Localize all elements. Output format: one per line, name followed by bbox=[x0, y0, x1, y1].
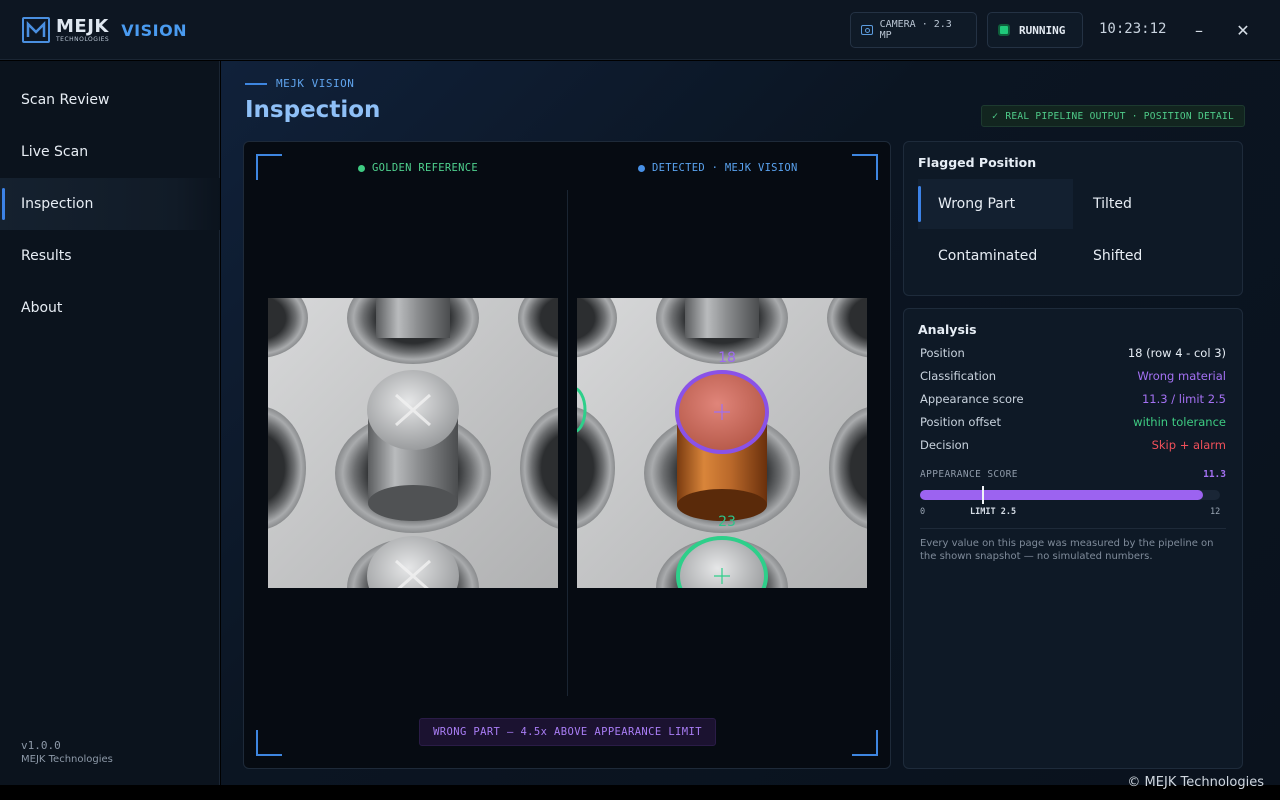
analysis-row-appearance-score: Appearance score 11.3 / limit 2.5 bbox=[920, 392, 1226, 406]
limit-marker bbox=[982, 486, 984, 504]
neighbor-position-label: 23 bbox=[718, 514, 736, 530]
row-value: 18 (row 4 - col 3) bbox=[1127, 346, 1226, 360]
section-eyebrow: MEJK VISION bbox=[245, 77, 354, 90]
frame-corner bbox=[852, 154, 878, 180]
golden-reference-text: GOLDEN REFERENCE bbox=[372, 162, 478, 174]
sidebar-item-label: Results bbox=[21, 248, 72, 264]
row-key: Position offset bbox=[920, 415, 1001, 429]
main-content: MEJK VISION Inspection ✓ REAL PIPELINE O… bbox=[221, 61, 1280, 785]
row-value: 11.3 / limit 2.5 bbox=[1141, 392, 1226, 406]
app-version: v1.0.0 bbox=[21, 739, 61, 752]
run-status[interactable]: RUNNING bbox=[987, 12, 1083, 48]
golden-dot-icon bbox=[358, 164, 365, 172]
sidebar: Scan Review Live Scan Inspection Results… bbox=[0, 61, 220, 785]
viewer-divider bbox=[567, 190, 568, 696]
defect-alert-banner: WRONG PART — 4.5x ABOVE APPEARANCE LIMIT bbox=[419, 718, 716, 746]
row-value: within tolerance bbox=[1133, 415, 1226, 429]
row-key: Classification bbox=[920, 369, 997, 383]
app-logo: MEJK TECHNOLOGIES VISION bbox=[22, 17, 187, 43]
analysis-note: Every value on this page was measured by… bbox=[920, 538, 1214, 562]
company-name: MEJK Technologies bbox=[21, 754, 113, 765]
sidebar-item-label: About bbox=[21, 300, 63, 316]
title-bar: MEJK TECHNOLOGIES VISION CAMERA · 2.3 MP… bbox=[0, 0, 1280, 60]
copyright: © MEJK Technologies bbox=[1127, 775, 1264, 790]
row-key: Appearance score bbox=[920, 392, 1024, 406]
brand-subtitle: TECHNOLOGIES bbox=[56, 35, 110, 43]
option-contaminated[interactable]: Contaminated bbox=[918, 231, 1073, 281]
frame-corner bbox=[256, 154, 282, 180]
check-icon: ✓ bbox=[992, 110, 999, 122]
camera-indicator[interactable]: CAMERA · 2.3 MP bbox=[850, 12, 977, 48]
minimize-button[interactable]: – bbox=[1187, 18, 1211, 42]
logo-mark-icon bbox=[22, 17, 50, 43]
flagged-position-title: Flagged Position bbox=[918, 155, 1037, 170]
option-tilted[interactable]: Tilted bbox=[1073, 179, 1228, 229]
option-label: Tilted bbox=[1093, 196, 1132, 212]
detected-image[interactable]: 18 23 bbox=[577, 298, 867, 588]
frame-corner bbox=[256, 730, 282, 756]
row-key: Position bbox=[920, 346, 965, 360]
camera-icon bbox=[861, 25, 873, 35]
scale-max-label: 12 bbox=[1210, 507, 1221, 517]
pipeline-status-label: REAL PIPELINE OUTPUT · POSITION DETAIL bbox=[1005, 110, 1235, 122]
appearance-score-label: APPEARANCE SCORE bbox=[920, 469, 1018, 480]
analysis-row-position-offset: Position offset within tolerance bbox=[920, 415, 1226, 429]
product-name: VISION bbox=[121, 20, 188, 40]
option-shifted[interactable]: Shifted bbox=[1073, 231, 1228, 281]
flag-position-label: 18 bbox=[718, 350, 736, 366]
pipeline-status-badge: ✓ REAL PIPELINE OUTPUT · POSITION DETAIL bbox=[981, 105, 1246, 127]
option-label: Shifted bbox=[1093, 248, 1143, 264]
option-wrong-part[interactable]: Wrong Part bbox=[918, 179, 1073, 229]
sidebar-item-label: Scan Review bbox=[21, 92, 110, 108]
analysis-panel: Analysis Position 18 (row 4 - col 3) Clas… bbox=[903, 308, 1243, 769]
detected-text: DETECTED · MEJK VISION bbox=[652, 162, 798, 174]
comparison-viewer: GOLDEN REFERENCE DETECTED · MEJK VISION bbox=[243, 141, 891, 769]
clock: 10:23:12 bbox=[1099, 21, 1167, 37]
appearance-score-fill bbox=[920, 490, 1203, 500]
analysis-row-decision: Decision Skip + alarm bbox=[920, 438, 1226, 452]
option-label: Contaminated bbox=[938, 248, 1038, 264]
camera-label: CAMERA · 2.3 MP bbox=[879, 19, 952, 41]
option-label: Wrong Part bbox=[938, 196, 1016, 212]
analysis-row-position: Position 18 (row 4 - col 3) bbox=[920, 346, 1226, 360]
detected-dot-icon bbox=[638, 164, 645, 172]
close-button[interactable]: ✕ bbox=[1231, 18, 1255, 42]
golden-reference-image[interactable] bbox=[268, 298, 558, 588]
close-icon: ✕ bbox=[1236, 20, 1250, 40]
minimize-icon: – bbox=[1195, 20, 1203, 40]
limit-label: LIMIT 2.5 bbox=[970, 507, 1017, 517]
sidebar-item-about[interactable]: About bbox=[0, 282, 220, 334]
page-title: Inspection bbox=[245, 97, 381, 123]
run-status-label: RUNNING bbox=[1019, 23, 1066, 37]
frame-corner bbox=[852, 730, 878, 756]
scale-min-label: 0 bbox=[920, 507, 926, 517]
appearance-score-value: 11.3 bbox=[1203, 469, 1226, 480]
row-key: Decision bbox=[920, 438, 969, 452]
sidebar-item-live-scan[interactable]: Live Scan bbox=[0, 126, 220, 178]
sidebar-item-inspection[interactable]: Inspection bbox=[0, 178, 220, 230]
sidebar-item-results[interactable]: Results bbox=[0, 230, 220, 282]
appearance-score-bar bbox=[920, 486, 1220, 504]
flagged-position-panel: Flagged Position Wrong Part Tilted Conta… bbox=[903, 141, 1243, 296]
analysis-divider bbox=[920, 528, 1226, 529]
running-indicator-icon bbox=[998, 24, 1010, 36]
golden-reference-label: GOLDEN REFERENCE bbox=[358, 162, 478, 174]
appearance-score-header: APPEARANCE SCORE 11.3 bbox=[920, 469, 1226, 480]
sidebar-item-label: Inspection bbox=[21, 196, 94, 212]
detected-label: DETECTED · MEJK VISION bbox=[638, 162, 798, 174]
analysis-title: Analysis bbox=[918, 322, 977, 337]
row-value: Skip + alarm bbox=[1151, 438, 1226, 452]
brand-name: MEJK bbox=[56, 15, 109, 37]
sidebar-item-label: Live Scan bbox=[21, 144, 89, 160]
analysis-row-classification: Classification Wrong material bbox=[920, 369, 1226, 383]
sidebar-item-scan-review[interactable]: Scan Review bbox=[0, 74, 220, 126]
row-value: Wrong material bbox=[1137, 369, 1226, 383]
